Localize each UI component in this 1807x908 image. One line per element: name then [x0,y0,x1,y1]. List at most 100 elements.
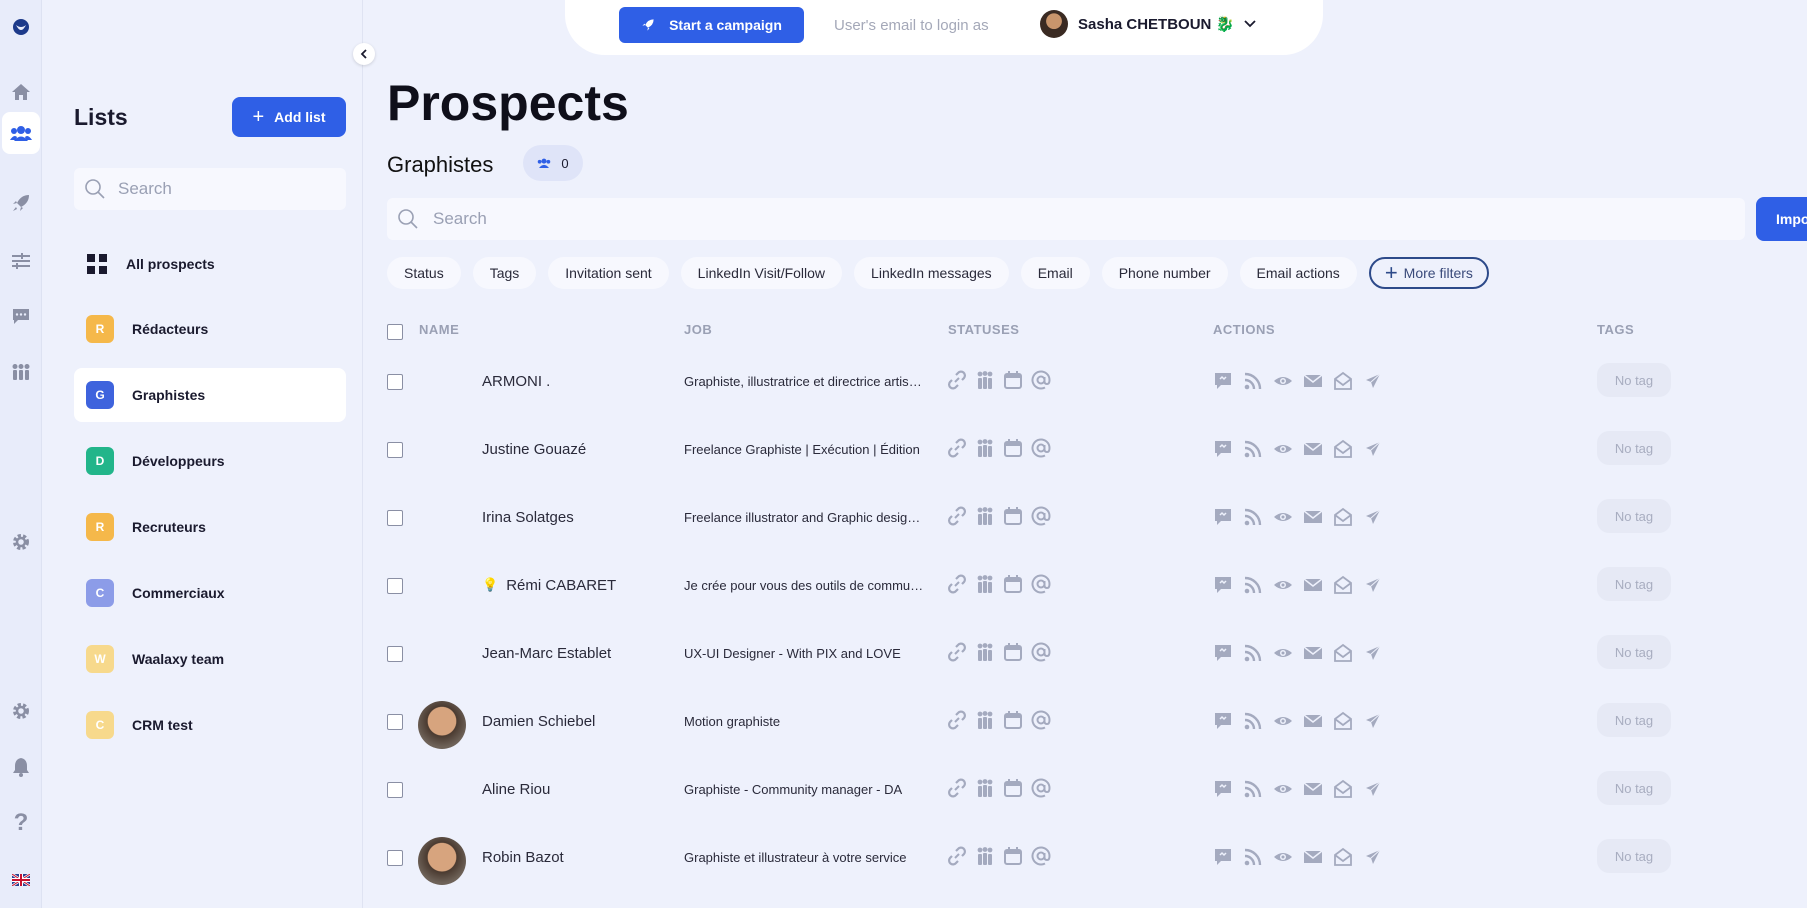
column-header-statuses[interactable]: STATUSES [948,322,1019,337]
list-icon[interactable] [0,240,42,282]
help-icon[interactable]: ? [0,802,42,844]
mail-icon[interactable] [1303,439,1323,459]
people-icon[interactable] [975,846,995,866]
table-row[interactable]: Irina Solatges Freelance illustrator and … [387,484,1807,552]
send-icon[interactable] [1363,507,1383,527]
row-checkbox[interactable] [387,850,403,866]
at-icon[interactable] [1031,574,1051,594]
at-icon[interactable] [1031,370,1051,390]
tag-badge[interactable]: No tag [1597,499,1671,533]
list-search[interactable] [74,168,346,210]
message-icon[interactable] [1213,711,1233,731]
mail-open-icon[interactable] [1333,575,1353,595]
sidebar-list-item[interactable]: C CRM test [74,698,346,752]
mail-open-icon[interactable] [1333,779,1353,799]
tag-badge[interactable]: No tag [1597,363,1671,397]
table-row[interactable]: 💡 Rémi CABARET Je crée pour vous des outil… [387,552,1807,620]
rss-icon[interactable] [1243,643,1263,663]
sidebar-list-item[interactable]: D Développeurs [74,434,346,488]
eye-icon[interactable] [1273,711,1293,731]
link-icon[interactable] [947,574,967,594]
sidebar-list-item[interactable]: G Graphistes [74,368,346,422]
mail-open-icon[interactable] [1333,711,1353,731]
list-search-input[interactable] [118,179,318,199]
link-icon[interactable] [947,642,967,662]
message-icon[interactable] [1213,371,1233,391]
table-row[interactable]: Robin Bazot Graphiste et illustrateur à v… [387,824,1807,892]
people-icon[interactable] [975,506,995,526]
filter-chip[interactable]: Tags [472,257,537,289]
send-icon[interactable] [1363,371,1383,391]
column-header-job[interactable]: JOB [684,322,712,337]
send-icon[interactable] [1363,847,1383,867]
eye-icon[interactable] [1273,371,1293,391]
row-checkbox[interactable] [387,374,403,390]
sidebar-list-item[interactable]: W Waalaxy team [74,632,346,686]
people-icon[interactable] [975,710,995,730]
chat-icon[interactable] [0,295,42,337]
send-icon[interactable] [1363,779,1383,799]
filter-chip[interactable]: Status [387,257,461,289]
tag-badge[interactable]: No tag [1597,635,1671,669]
mail-icon[interactable] [1303,711,1323,731]
user-menu[interactable]: Sasha CHETBOUN 🐉 [1040,10,1256,38]
prospect-name[interactable]: Jean-Marc Establet [482,645,611,662]
mail-open-icon[interactable] [1333,643,1353,663]
column-header-name[interactable]: NAME [419,322,459,337]
calendar-icon[interactable] [1003,438,1023,458]
mail-icon[interactable] [1303,371,1323,391]
at-icon[interactable] [1031,846,1051,866]
users-icon[interactable] [2,112,40,154]
people-icon[interactable] [975,642,995,662]
mail-open-icon[interactable] [1333,847,1353,867]
send-icon[interactable] [1363,575,1383,595]
prospect-search-input[interactable] [433,209,633,229]
calendar-icon[interactable] [1003,778,1023,798]
mail-icon[interactable] [1303,847,1323,867]
calendar-icon[interactable] [1003,642,1023,662]
mail-icon[interactable] [1303,507,1323,527]
table-row[interactable]: Damien Schiebel Motion graphiste No tag [387,688,1807,756]
select-all-checkbox[interactable] [387,324,403,340]
at-icon[interactable] [1031,710,1051,730]
add-list-button[interactable]: + Add list [232,97,346,137]
sidebar-list-item[interactable]: R Rédacteurs [74,302,346,356]
tag-badge[interactable]: No tag [1597,567,1671,601]
send-icon[interactable] [1363,711,1383,731]
gear-icon[interactable] [0,690,42,732]
row-checkbox[interactable] [387,714,403,730]
more-filters-button[interactable]: + More filters [1368,257,1489,289]
row-checkbox[interactable] [387,442,403,458]
member-count-badge[interactable]: 0 [523,145,583,181]
home-icon[interactable] [0,71,42,113]
message-icon[interactable] [1213,439,1233,459]
filter-chip[interactable]: LinkedIn messages [854,257,1009,289]
start-campaign-button[interactable]: Start a campaign [619,7,804,43]
rss-icon[interactable] [1243,779,1263,799]
message-icon[interactable] [1213,643,1233,663]
tag-badge[interactable]: No tag [1597,703,1671,737]
tag-badge[interactable]: No tag [1597,771,1671,805]
eye-icon[interactable] [1273,847,1293,867]
link-icon[interactable] [947,778,967,798]
table-row[interactable]: Justine Gouazé Freelance Graphiste | Exéc… [387,416,1807,484]
send-icon[interactable] [1363,643,1383,663]
at-icon[interactable] [1031,438,1051,458]
rss-icon[interactable] [1243,711,1263,731]
at-icon[interactable] [1031,642,1051,662]
send-icon[interactable] [1363,439,1383,459]
gear-icon[interactable] [0,521,42,563]
prospect-name[interactable]: Irina Solatges [482,509,574,526]
calendar-icon[interactable] [1003,506,1023,526]
prospect-name[interactable]: 💡 Rémi CABARET [482,577,616,594]
prospect-name[interactable]: Robin Bazot [482,849,564,866]
rocket-icon[interactable] [0,182,42,224]
tag-badge[interactable]: No tag [1597,839,1671,873]
row-checkbox[interactable] [387,578,403,594]
message-icon[interactable] [1213,779,1233,799]
prospect-name[interactable]: ARMONI . [482,373,550,390]
calendar-icon[interactable] [1003,710,1023,730]
row-checkbox[interactable] [387,510,403,526]
people-icon[interactable] [975,438,995,458]
row-checkbox[interactable] [387,782,403,798]
